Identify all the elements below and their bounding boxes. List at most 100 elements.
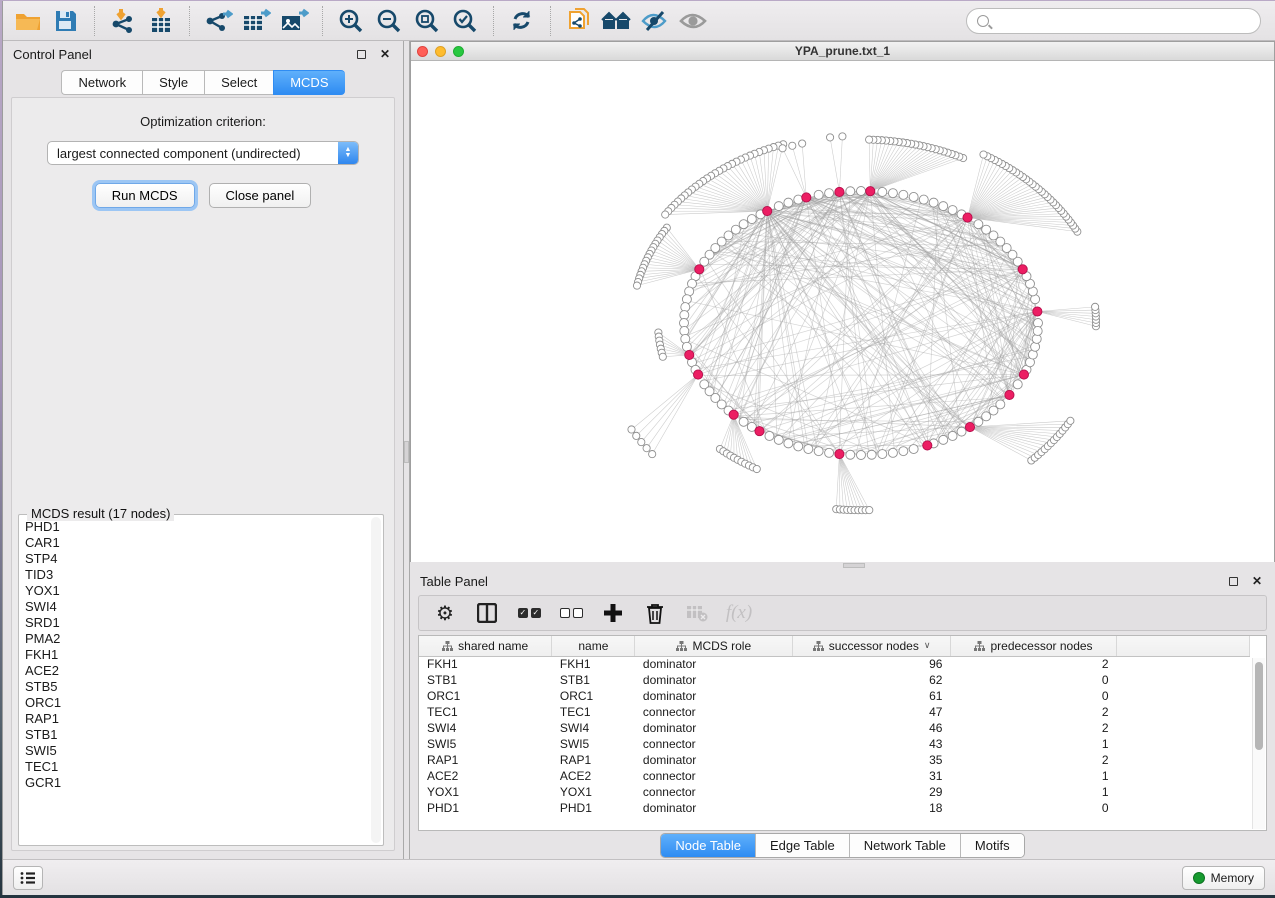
graph-satellite-node[interactable] — [659, 353, 666, 360]
delete-column-icon[interactable] — [643, 601, 667, 625]
graph-node[interactable] — [974, 417, 983, 426]
refresh-icon[interactable] — [505, 5, 539, 37]
search-box[interactable] — [966, 8, 1261, 34]
graph-hub-node[interactable] — [755, 427, 764, 436]
vertical-splitter[interactable] — [403, 41, 410, 859]
export-image-icon[interactable] — [277, 5, 311, 37]
minimize-traffic-light[interactable] — [435, 46, 446, 57]
first-neighbors-icon[interactable] — [600, 5, 634, 37]
mcds-result-item[interactable]: STB1 — [23, 727, 369, 743]
graph-node[interactable] — [846, 450, 855, 459]
table-row[interactable]: FKH1FKH1dominator962 — [419, 656, 1250, 672]
deselect-all-icon[interactable] — [559, 601, 583, 625]
table-settings-icon[interactable]: ⚙ — [433, 601, 457, 625]
tab-node-table[interactable]: Node Table — [661, 834, 756, 857]
graph-hub-node[interactable] — [1018, 265, 1027, 274]
optimization-criterion-select[interactable]: largest connected component (undirected)… — [47, 141, 359, 165]
graph-node[interactable] — [1013, 380, 1022, 389]
graph-node[interactable] — [794, 442, 803, 451]
graph-hub-node[interactable] — [802, 193, 811, 202]
graph-node[interactable] — [804, 445, 813, 454]
import-table-icon[interactable] — [144, 5, 178, 37]
graph-hub-node[interactable] — [835, 187, 844, 196]
tab-select[interactable]: Select — [204, 70, 273, 95]
graph-node[interactable] — [867, 450, 876, 459]
graph-node[interactable] — [899, 190, 908, 199]
graph-node[interactable] — [919, 195, 928, 204]
graph-hub-node[interactable] — [866, 187, 875, 196]
graph-satellite-node[interactable] — [866, 506, 873, 513]
export-table-icon[interactable] — [239, 5, 273, 37]
table-row[interactable]: ACE2ACE2connector311 — [419, 768, 1250, 784]
table-row[interactable]: SWI5SWI5connector431 — [419, 736, 1250, 752]
graph-satellite-node[interactable] — [826, 134, 833, 141]
graph-satellite-node[interactable] — [866, 136, 873, 143]
mcds-result-item[interactable]: ORC1 — [23, 695, 369, 711]
mcds-result-item[interactable]: YOX1 — [23, 583, 369, 599]
graph-satellite-node[interactable] — [638, 438, 645, 445]
graph-satellite-node[interactable] — [789, 142, 796, 149]
table-panel-float-button[interactable] — [1225, 573, 1241, 589]
graph-node[interactable] — [814, 190, 823, 199]
graph-hub-node[interactable] — [685, 350, 694, 359]
table-scrollbar-thumb[interactable] — [1255, 662, 1263, 750]
graph-node[interactable] — [814, 447, 823, 456]
graph-satellite-node[interactable] — [980, 151, 987, 158]
mcds-result-item[interactable]: ACE2 — [23, 663, 369, 679]
close-panel-button[interactable]: Close panel — [209, 183, 312, 208]
mcds-result-item[interactable]: PMA2 — [23, 631, 369, 647]
table-panel-close-button[interactable]: ✕ — [1249, 573, 1265, 589]
column-header-shared-name[interactable]: shared name — [419, 636, 552, 656]
graph-node[interactable] — [774, 435, 783, 444]
graph-hub-node[interactable] — [1033, 307, 1042, 316]
graph-hub-node[interactable] — [1019, 370, 1028, 379]
table-scrollbar-track[interactable] — [1252, 658, 1265, 829]
table-row[interactable]: PHD1PHD1dominator180 — [419, 800, 1250, 816]
graph-node[interactable] — [929, 198, 938, 207]
graph-satellite-node[interactable] — [839, 133, 846, 140]
graph-node[interactable] — [888, 448, 897, 457]
graph-satellite-node[interactable] — [628, 426, 635, 433]
network-titlebar[interactable]: YPA_prune.txt_1 — [411, 42, 1274, 61]
graph-hub-node[interactable] — [923, 441, 932, 450]
network-canvas[interactable] — [411, 61, 1274, 562]
add-column-icon[interactable] — [601, 601, 625, 625]
zoom-fit-icon[interactable] — [410, 5, 444, 37]
mcds-result-item[interactable]: TID3 — [23, 567, 369, 583]
tab-mcds[interactable]: MCDS — [273, 70, 344, 95]
mcds-result-item[interactable]: SWI5 — [23, 743, 369, 759]
graph-satellite-node[interactable] — [649, 451, 656, 458]
mcds-result-item[interactable]: GCR1 — [23, 775, 369, 791]
mcds-result-scrollbar[interactable] — [371, 517, 381, 843]
graph-node[interactable] — [784, 439, 793, 448]
graph-hub-node[interactable] — [965, 422, 974, 431]
graph-satellite-node[interactable] — [779, 145, 786, 152]
hide-selected-icon[interactable] — [638, 5, 672, 37]
mcds-result-list[interactable]: PHD1CAR1STP4TID3YOX1SWI4SRD1PMA2FKH1ACE2… — [23, 519, 369, 843]
table-row[interactable]: RAP1RAP1dominator352 — [419, 752, 1250, 768]
task-history-button[interactable] — [13, 866, 43, 890]
horizontal-splitter[interactable] — [410, 562, 1275, 569]
tab-edge-table[interactable]: Edge Table — [756, 834, 850, 857]
table-row[interactable]: SWI4SWI4dominator462 — [419, 720, 1250, 736]
tab-style[interactable]: Style — [142, 70, 204, 95]
graph-node[interactable] — [774, 202, 783, 211]
mcds-result-item[interactable]: RAP1 — [23, 711, 369, 727]
graph-node[interactable] — [731, 225, 740, 234]
table-row[interactable]: YOX1YOX1connector291 — [419, 784, 1250, 800]
memory-button[interactable]: Memory — [1182, 866, 1265, 890]
graph-satellite-node[interactable] — [662, 211, 669, 218]
graph-satellite-node[interactable] — [753, 465, 760, 472]
mcds-result-item[interactable]: FKH1 — [23, 647, 369, 663]
graph-hub-node[interactable] — [835, 449, 844, 458]
table-row[interactable]: ORC1ORC1dominator610 — [419, 688, 1250, 704]
graph-node[interactable] — [899, 447, 908, 456]
split-columns-icon[interactable] — [475, 601, 499, 625]
graph-node[interactable] — [982, 412, 991, 421]
close-traffic-light[interactable] — [417, 46, 428, 57]
graph-node[interactable] — [974, 220, 983, 229]
graph-satellite-node[interactable] — [1067, 417, 1074, 424]
mcds-result-item[interactable]: CAR1 — [23, 535, 369, 551]
graph-node[interactable] — [747, 215, 756, 224]
column-header-successor-nodes[interactable]: successor nodes∨ — [793, 636, 951, 656]
